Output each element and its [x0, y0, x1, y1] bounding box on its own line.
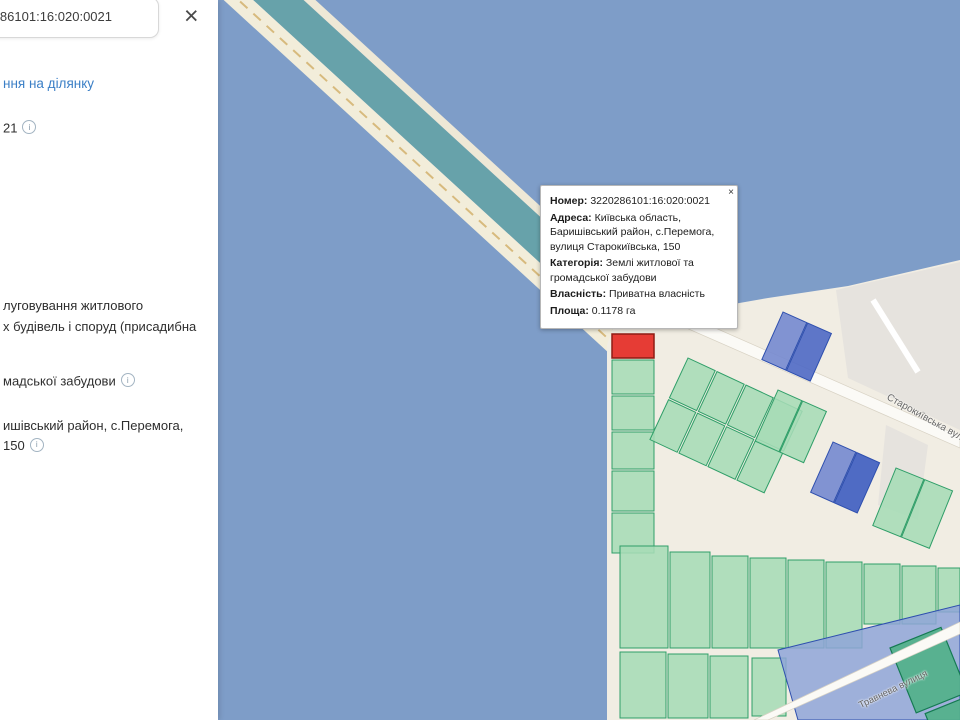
popup-label: Номер: — [550, 195, 587, 207]
search-value: 3220286101:16:020:0021 — [0, 9, 112, 24]
parcel[interactable] — [788, 560, 824, 648]
cadastral-number-fragment: 21 i — [3, 120, 36, 136]
address-line-1: ишівський район, с.Перемога, — [3, 416, 183, 436]
popup-label: Адреса: — [550, 212, 592, 224]
address-line-2: 150 i — [3, 436, 183, 456]
info-icon[interactable]: i — [121, 373, 135, 387]
popup-label: Площа: — [550, 305, 589, 317]
parcel-info-popup: × Номер: 3220286101:16:020:0021 Адреса: … — [540, 185, 738, 329]
parcel[interactable] — [864, 564, 900, 624]
address-fragment: ишівський район, с.Перемога, 150 i — [3, 416, 183, 456]
land-purpose-text: луговування житлового х будівель і спору… — [3, 295, 196, 337]
info-icon[interactable]: i — [30, 438, 44, 452]
search-input[interactable]: 3220286101:16:020:0021 — [0, 0, 159, 38]
rights-link[interactable]: ння на ділянку — [3, 76, 94, 91]
map-canvas[interactable] — [218, 0, 960, 720]
purpose-line-2: х будівель і споруд (присадибна — [3, 316, 196, 337]
parcel[interactable] — [612, 432, 654, 469]
parcel[interactable] — [612, 471, 654, 511]
popup-label: Власність: — [550, 288, 606, 300]
popup-value: 0.1178 га — [592, 305, 636, 317]
popup-row-category: Категорія: Землі житлової та громадської… — [550, 256, 728, 285]
selected-parcel[interactable] — [612, 334, 654, 358]
popup-row-area: Площа: 0.1178 га — [550, 304, 728, 319]
info-icon[interactable]: i — [22, 120, 36, 134]
parcel[interactable] — [750, 558, 786, 648]
parcel[interactable] — [612, 360, 654, 394]
parcel[interactable] — [710, 656, 748, 718]
parcel[interactable] — [712, 556, 748, 648]
parcel[interactable] — [612, 396, 654, 430]
popup-label: Категорія: — [550, 257, 603, 269]
popup-row-ownership: Власність: Приватна власність — [550, 287, 728, 302]
popup-value: Приватна власність — [609, 288, 705, 300]
map-container[interactable]: Старокиївська вулиця Травнева вулиця × Н… — [218, 0, 960, 720]
info-sidebar: 3220286101:16:020:0021 × ння на ділянку … — [0, 0, 218, 720]
cadastral-number-text: 21 — [3, 121, 17, 136]
popup-close-icon[interactable]: × — [728, 186, 734, 201]
address-number: 150 — [3, 438, 25, 453]
parcel[interactable] — [620, 546, 668, 648]
purpose-line-1: луговування житлового — [3, 295, 196, 316]
popup-value: 3220286101:16:020:0021 — [590, 195, 710, 207]
popup-row-address: Адреса: Київська область, Баришівський р… — [550, 211, 728, 255]
close-icon[interactable]: × — [184, 1, 199, 31]
parcel[interactable] — [668, 654, 708, 718]
popup-row-number: Номер: 3220286101:16:020:0021 — [550, 194, 728, 209]
parcel[interactable] — [670, 552, 710, 648]
parcel-column-left — [612, 334, 654, 553]
parcel[interactable] — [620, 652, 666, 718]
land-category-fragment: мадської забудови i — [3, 373, 135, 389]
category-text: мадської забудови — [3, 374, 116, 389]
